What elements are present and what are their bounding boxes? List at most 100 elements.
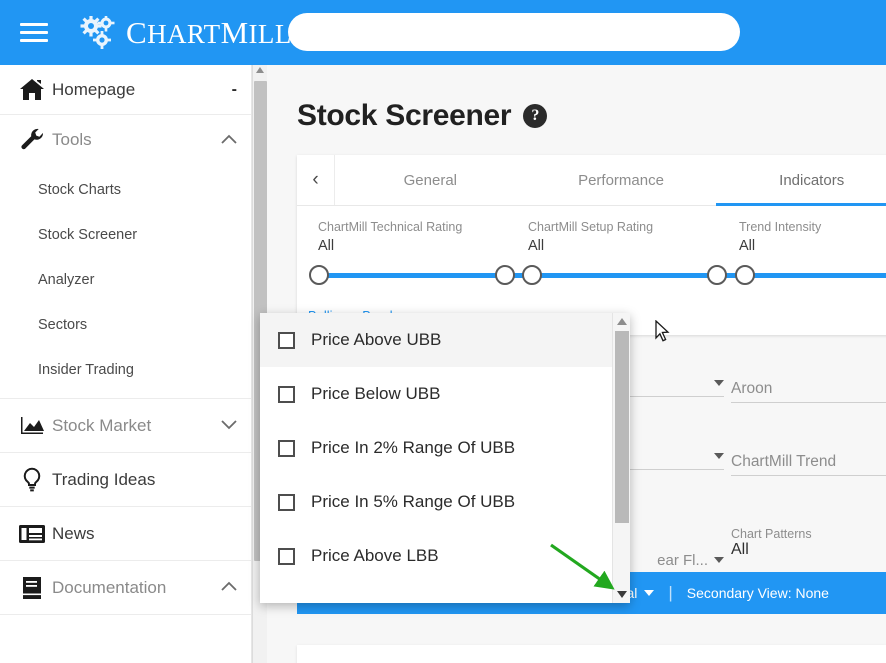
top-navigation-bar: CHARTMILL bbox=[0, 0, 886, 65]
chevron-down-icon bbox=[714, 557, 724, 563]
sidebar-item-stock-charts[interactable]: Stock Charts bbox=[0, 167, 251, 212]
dropdown-option-price-in-5-range-of-ubb[interactable]: Price In 5% Range Of UBB bbox=[260, 475, 612, 529]
dropdown-option-label: Price Above LBB bbox=[311, 546, 439, 565]
tab-label-indicators: Indicators bbox=[779, 171, 845, 189]
brand-name: CHARTMILL bbox=[126, 15, 292, 50]
sidebar-label-analyzer: Analyzer bbox=[38, 271, 95, 288]
dropdown-option-label: Price Below UBB bbox=[311, 384, 441, 403]
lightbulb-icon bbox=[12, 467, 52, 493]
bar-separator: | bbox=[668, 583, 673, 602]
sidebar-item-news[interactable]: News bbox=[0, 507, 251, 561]
chevron-up-icon bbox=[221, 134, 237, 147]
hamburger-bar bbox=[20, 23, 48, 26]
scrollbar-thumb[interactable] bbox=[615, 331, 629, 523]
dropdown-option-price-above-ubb[interactable]: Price Above UBB bbox=[260, 313, 612, 367]
field-aroon[interactable]: Aroon bbox=[731, 380, 886, 403]
dropdown-option-label: Price Above UBB bbox=[311, 330, 442, 349]
slider-value-trend-intensity: All bbox=[739, 238, 756, 255]
help-icon[interactable]: ? bbox=[523, 104, 548, 128]
slider-knob-technical-max[interactable] bbox=[495, 265, 515, 285]
field-chartmill-trend[interactable]: ChartMill Trend bbox=[731, 453, 886, 476]
tab-bar: ‹ General Performance Indicators bbox=[297, 155, 886, 206]
wrench-icon bbox=[12, 128, 52, 152]
sidebar-label-tools: Tools bbox=[52, 130, 92, 149]
sidebar-label-stock-charts: Stock Charts bbox=[38, 181, 121, 198]
bollinger-bands-dropdown[interactable]: Price Above UBB Price Below UBB Price In… bbox=[260, 313, 630, 603]
hamburger-menu-icon[interactable] bbox=[20, 18, 48, 46]
sidebar-label-news: News bbox=[52, 523, 95, 543]
sidebar-group-stock-market[interactable]: Stock Market bbox=[0, 399, 251, 453]
slider-label-trend-intensity: Trend Intensity bbox=[739, 220, 822, 234]
scroll-up-arrow-icon[interactable] bbox=[617, 318, 627, 325]
sidebar-label-documentation: Documentation bbox=[52, 577, 167, 597]
hamburger-bar bbox=[20, 39, 48, 42]
slider-label-technical-rating: ChartMill Technical Rating bbox=[318, 220, 463, 234]
slider-knob-setup-max[interactable] bbox=[707, 265, 727, 285]
chevron-down-icon bbox=[714, 380, 724, 386]
slider-knob-trend-min[interactable] bbox=[735, 265, 755, 285]
search-input[interactable] bbox=[288, 13, 740, 51]
mouse-cursor bbox=[655, 319, 671, 348]
sidebar-tools-submenu: Stock Charts Stock Screener Analyzer Sec… bbox=[0, 165, 251, 399]
sidebar-item-trading-ideas[interactable]: Trading Ideas bbox=[0, 453, 251, 507]
chart-area-icon bbox=[12, 415, 52, 437]
sidebar-item-insider-trading[interactable]: Insider Trading bbox=[0, 347, 251, 392]
dropdown-option-label: Price In 5% Range Of UBB bbox=[311, 492, 516, 511]
scroll-up-arrow-icon[interactable] bbox=[256, 67, 264, 73]
minus-icon: - bbox=[231, 80, 237, 98]
chevron-down-icon bbox=[644, 590, 655, 596]
sidebar-item-stock-screener[interactable]: Stock Screener bbox=[0, 212, 251, 257]
sidebar-label-stock-market: Stock Market bbox=[52, 415, 152, 435]
checkbox-icon[interactable] bbox=[278, 439, 295, 457]
sidebar-group-documentation[interactable]: Documentation bbox=[0, 561, 251, 615]
chevron-down-icon bbox=[714, 453, 724, 459]
chevron-up-icon bbox=[221, 581, 237, 594]
field-value-bear-flag: ear Fl... bbox=[657, 552, 708, 569]
app-root: CHARTMILL Homepage - Tools Stock Charts … bbox=[0, 0, 886, 663]
chevron-down-icon bbox=[221, 419, 237, 432]
page-title-text: Stock Screener bbox=[297, 99, 512, 132]
tab-general[interactable]: General bbox=[335, 155, 526, 205]
scroll-down-arrow-icon[interactable] bbox=[617, 591, 627, 598]
slider-value-setup-rating: All bbox=[528, 238, 545, 255]
field-chart-patterns[interactable]: Chart Patterns All bbox=[731, 527, 886, 563]
brand-logo[interactable]: CHARTMILL bbox=[78, 11, 292, 55]
slider-track[interactable] bbox=[319, 273, 886, 278]
sidebar-label-homepage: Homepage bbox=[52, 79, 136, 99]
tabs-previous-arrow-icon[interactable]: ‹ bbox=[297, 155, 335, 205]
sidebar-item-sectors[interactable]: Sectors bbox=[0, 302, 251, 347]
dropdown-option-price-above-lbb[interactable]: Price Above LBB bbox=[260, 529, 612, 583]
slider-technical-rating: ChartMill Technical Rating All bbox=[318, 218, 462, 256]
dropdown-option-label: Price In 2% Range Of UBB bbox=[311, 438, 516, 457]
slider-value-technical-rating: All bbox=[318, 238, 335, 255]
sidebar-label-insider-trading: Insider Trading bbox=[38, 361, 134, 378]
field-value-chartmill-trend: ChartMill Trend bbox=[731, 453, 837, 470]
dropdown-option-price-in-2-range-of-ubb[interactable]: Price In 2% Range Of UBB bbox=[260, 421, 612, 475]
home-icon bbox=[12, 78, 52, 102]
secondary-view-selector[interactable]: Secondary View: None bbox=[687, 585, 829, 601]
checkbox-icon[interactable] bbox=[278, 385, 295, 403]
sidebar-label-stock-screener: Stock Screener bbox=[38, 226, 138, 243]
hamburger-bar bbox=[20, 31, 48, 34]
dropdown-scrollbar[interactable] bbox=[612, 313, 630, 603]
checkbox-icon[interactable] bbox=[278, 331, 295, 349]
tab-indicators[interactable]: Indicators bbox=[716, 155, 886, 206]
slider-knob-setup-min[interactable] bbox=[522, 265, 542, 285]
dropdown-option-price-below-ubb[interactable]: Price Below UBB bbox=[260, 367, 612, 421]
gears-icon bbox=[78, 14, 120, 50]
tab-performance[interactable]: Performance bbox=[526, 155, 717, 205]
sidebar-item-analyzer[interactable]: Analyzer bbox=[0, 257, 251, 302]
sidebar-item-homepage[interactable]: Homepage - bbox=[0, 65, 251, 115]
dropdown-option-list: Price Above UBB Price Below UBB Price In… bbox=[260, 313, 612, 603]
page-title: Stock Screener ? bbox=[297, 99, 548, 133]
checkbox-icon[interactable] bbox=[278, 547, 295, 565]
sidebar-group-tools[interactable]: Tools bbox=[0, 115, 251, 165]
field-value-aroon: Aroon bbox=[731, 380, 773, 397]
slider-knob-technical-min[interactable] bbox=[309, 265, 329, 285]
results-card bbox=[297, 645, 886, 663]
checkbox-icon[interactable] bbox=[278, 493, 295, 511]
slider-setup-rating: ChartMill Setup Rating All bbox=[528, 218, 653, 256]
sidebar-label-sectors: Sectors bbox=[38, 316, 88, 333]
book-icon bbox=[12, 576, 52, 600]
newspaper-icon bbox=[12, 523, 52, 545]
